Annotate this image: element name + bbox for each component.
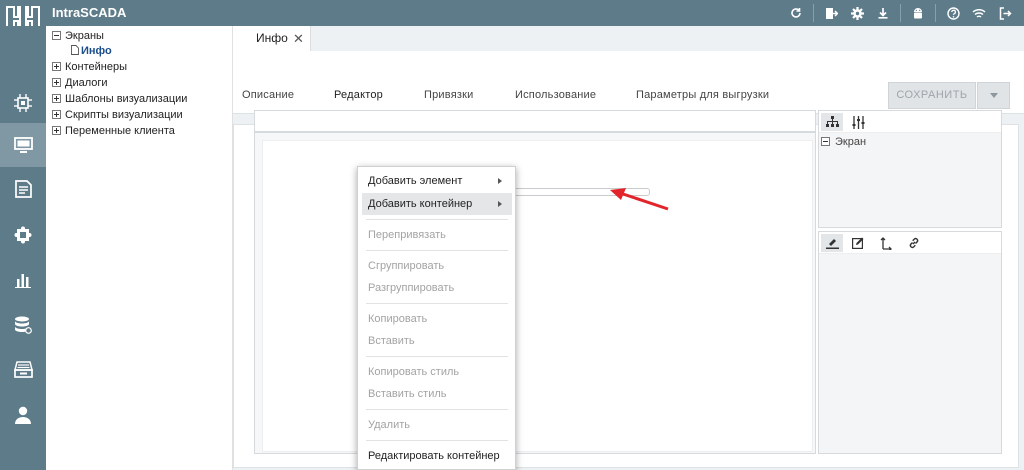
expand-icon[interactable] [52,94,61,103]
expand-icon[interactable] [52,62,61,71]
tab-usage[interactable]: Использование [515,89,596,101]
collapse-icon[interactable] [52,31,61,40]
submenu-arrow-icon [498,201,502,207]
database-icon[interactable] [0,303,46,347]
help-icon[interactable] [940,0,966,26]
save-button[interactable]: СОХРАНИТЬ [888,82,976,109]
tab-export-params[interactable]: Параметры для выгрузки [636,89,769,101]
menu-group[interactable]: Сгруппировать [362,255,512,277]
monitor-icon[interactable] [0,123,46,167]
left-rail [0,26,46,470]
context-menu: Добавить элемент Добавить контейнер Пере… [357,166,516,470]
submenu-arrow-icon [498,178,502,184]
menu-paste-style[interactable]: Вставить стиль [362,383,512,405]
editor-subtabs: Описание Редактор Привязки Использование… [233,51,1024,114]
menu-copy[interactable]: Копировать [362,308,512,330]
menu-edit-container[interactable]: Редактировать контейнер [362,445,512,467]
tree-item-client-vars[interactable]: Переменные клиента [52,124,175,139]
top-toolbar [783,0,1018,26]
sliders-icon[interactable] [847,113,869,131]
document-tab[interactable]: Инфо ✕ [233,26,311,51]
close-icon[interactable]: ✕ [293,26,304,51]
expand-icon[interactable] [52,110,61,119]
user-icon[interactable] [0,393,46,437]
editor-toolbar [254,110,816,132]
tree-item-info[interactable]: Инфо [71,44,112,59]
move-arrows-icon[interactable] [874,234,896,252]
download-icon[interactable] [870,0,896,26]
style-brush-icon[interactable] [821,234,843,252]
logout-icon[interactable] [992,0,1018,26]
chevron-down-icon [989,93,998,98]
wifi-icon[interactable] [966,0,992,26]
structure-panel: Экран [818,110,1002,228]
tab-bindings[interactable]: Привязки [424,89,473,101]
menu-rebind[interactable]: Перепривязать [362,224,512,246]
tree-item-templates[interactable]: Шаблоны визуализации [52,92,187,107]
structure-root-item[interactable]: Экран [821,136,866,148]
save-options-dropdown[interactable] [977,82,1010,109]
annotation-arrow-icon [610,188,669,211]
menu-paste[interactable]: Вставить [362,330,512,352]
expand-icon[interactable] [52,78,61,87]
bar-chart-icon[interactable] [0,257,46,301]
archive-tray-icon[interactable] [0,347,46,391]
collapse-icon[interactable] [821,137,830,146]
android-icon[interactable] [905,0,931,26]
menu-delete[interactable]: Удалить [362,414,512,436]
screen-canvas[interactable] [262,140,813,452]
tab-description[interactable]: Описание [242,89,294,101]
tree-item-dialogs[interactable]: Диалоги [52,76,108,91]
menu-add-element[interactable]: Добавить элемент [362,170,512,192]
link-icon[interactable] [903,234,925,252]
refresh-icon[interactable] [783,0,809,26]
tree-structure-icon[interactable] [821,113,843,131]
import-export-icon[interactable] [818,0,844,26]
file-icon [71,45,79,55]
top-bar: IntraSCADA [0,0,1024,26]
app-title: IntraSCADA [52,5,127,20]
cpu-chip-icon[interactable] [0,81,46,125]
edit-properties-icon[interactable] [847,234,869,252]
menu-ungroup[interactable]: Разгруппировать [362,277,512,299]
gear-icon[interactable] [844,0,870,26]
document-icon[interactable] [0,167,46,211]
tree-item-scripts[interactable]: Скрипты визуализации [52,108,183,123]
tree-item-screens[interactable]: Экраны [52,29,104,44]
tab-editor[interactable]: Редактор [334,89,383,101]
puzzle-icon[interactable] [0,213,46,257]
menu-add-container[interactable]: Добавить контейнер [362,193,512,215]
menu-copy-style[interactable]: Копировать стиль [362,361,512,383]
properties-panel [818,231,1002,454]
expand-icon[interactable] [52,126,61,135]
screens-tree: Экраны Инфо Контейнеры Диалоги Шаблоны в… [46,26,233,470]
tree-item-containers[interactable]: Контейнеры [52,60,127,75]
